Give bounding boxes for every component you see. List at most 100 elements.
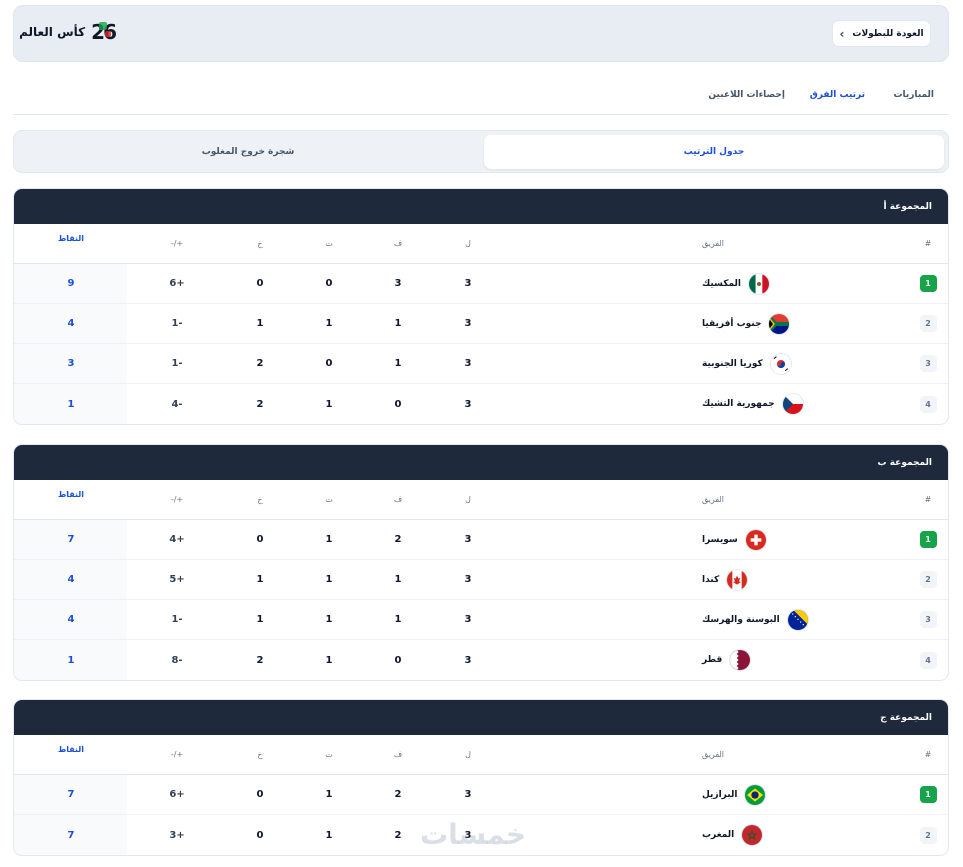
group-title: المجموعة أ bbox=[14, 189, 948, 224]
group-title: المجموعة ب bbox=[14, 445, 948, 480]
team-name[interactable]: المكسيك bbox=[702, 279, 741, 289]
table-row[interactable]: 1 سويسرا 3 2 1 0 +4 7 bbox=[14, 520, 948, 560]
back-to-tournaments-button[interactable]: العودة للبطولات › bbox=[832, 20, 931, 47]
tab-player-stats[interactable]: إحصاءات اللاعبين bbox=[708, 90, 785, 108]
app-header: 26 كأس العالم العودة للبطولات › bbox=[13, 5, 949, 62]
won-value: 1 bbox=[394, 614, 402, 625]
nav-tabs: المباريات ترتيب الفرق إحصاءات اللاعبين bbox=[13, 80, 949, 115]
goal-diff-value: +4 bbox=[169, 534, 185, 545]
won-value: 1 bbox=[394, 318, 402, 329]
tab-standings[interactable]: ترتيب الفرق bbox=[810, 90, 865, 108]
won-value: 2 bbox=[394, 829, 402, 841]
team-name[interactable]: البرازيل bbox=[702, 790, 737, 800]
points-value: 1 bbox=[67, 654, 75, 666]
switzerland-flag-icon bbox=[744, 528, 767, 551]
knockout-bracket-button[interactable]: شجرة خروج المغلوب bbox=[18, 135, 478, 169]
drawn-value: 1 bbox=[325, 829, 333, 841]
table-row[interactable]: 4 جمهورية التشيك 3 0 1 2 -4 1 bbox=[14, 384, 948, 424]
col-points[interactable]: النقاط bbox=[58, 480, 84, 519]
col-points[interactable]: النقاط bbox=[58, 735, 84, 774]
col-won: ف bbox=[393, 239, 403, 248]
rank-badge: 3 bbox=[919, 611, 937, 628]
tab-matches[interactable]: المباريات bbox=[893, 90, 934, 108]
played-value: 3 bbox=[464, 574, 472, 585]
lost-value: 1 bbox=[256, 574, 264, 585]
team-name[interactable]: سويسرا bbox=[702, 535, 738, 545]
col-team: الفريق bbox=[702, 495, 725, 504]
lost-value: 1 bbox=[256, 614, 264, 625]
points-value: 7 bbox=[67, 534, 75, 545]
south-korea-flag-icon bbox=[769, 352, 792, 375]
points-value: 4 bbox=[67, 614, 75, 625]
points-value: 4 bbox=[67, 574, 75, 585]
col-team: الفريق bbox=[702, 239, 725, 248]
table-row[interactable]: 1 المكسيك 3 3 0 0 +6 9 bbox=[14, 264, 948, 304]
drawn-value: 0 bbox=[325, 278, 333, 289]
drawn-value: 1 bbox=[325, 789, 333, 800]
played-value: 3 bbox=[464, 318, 472, 329]
team-name[interactable]: المغرب bbox=[702, 830, 734, 840]
won-value: 3 bbox=[394, 278, 402, 289]
column-header-row: # الفريق ل ف ت خ +/- النقاط bbox=[14, 480, 948, 520]
points-value: 1 bbox=[67, 398, 75, 410]
col-lost: خ bbox=[257, 750, 263, 759]
world-cup-logo: 26 bbox=[91, 20, 117, 44]
col-goal-diff: +/- bbox=[170, 239, 184, 248]
drawn-value: 1 bbox=[325, 318, 333, 329]
drawn-value: 1 bbox=[325, 574, 333, 585]
team-name[interactable]: جنوب أفريقيا bbox=[702, 319, 761, 329]
drawn-value: 1 bbox=[325, 534, 333, 545]
group-standings-table: المجموعة أ # الفريق ل ف ت خ +/- النقاط 1… bbox=[13, 188, 949, 425]
rank-badge: 1 bbox=[919, 531, 937, 548]
goal-diff-value: -8 bbox=[171, 654, 183, 666]
won-value: 1 bbox=[394, 574, 402, 585]
table-row[interactable]: 3 كوريا الجنوبية 3 1 0 2 -1 3 bbox=[14, 344, 948, 384]
drawn-value: 1 bbox=[325, 614, 333, 625]
won-value: 2 bbox=[394, 789, 402, 800]
points-value: 4 bbox=[67, 318, 75, 329]
team-name[interactable]: جمهورية التشيك bbox=[702, 399, 775, 409]
team-name[interactable]: قطر bbox=[702, 655, 722, 665]
goal-diff-value: +6 bbox=[169, 278, 185, 289]
rank-badge: 1 bbox=[919, 786, 937, 803]
rank-badge: 1 bbox=[919, 275, 937, 292]
played-value: 3 bbox=[464, 358, 472, 369]
played-value: 3 bbox=[464, 398, 472, 410]
goal-diff-value: -1 bbox=[171, 614, 183, 625]
col-won: ف bbox=[393, 495, 403, 504]
team-name[interactable]: كندا bbox=[702, 575, 719, 585]
col-played: ل bbox=[465, 495, 471, 504]
morocco-flag-icon bbox=[741, 824, 764, 846]
col-drawn: ت bbox=[325, 495, 333, 504]
table-row[interactable]: 1 البرازيل 3 2 1 0 +6 7 bbox=[14, 775, 948, 815]
mexico-flag-icon bbox=[747, 272, 770, 295]
table-row[interactable]: 3 البوسنة والهرسك 3 1 1 1 -1 4 bbox=[14, 600, 948, 640]
won-value: 2 bbox=[394, 534, 402, 545]
column-header-row: # الفريق ل ف ت خ +/- النقاط bbox=[14, 735, 948, 775]
column-header-row: # الفريق ل ف ت خ +/- النقاط bbox=[14, 224, 948, 264]
col-played: ل bbox=[465, 239, 471, 248]
standings-table-button[interactable]: جدول الترتيب bbox=[484, 135, 944, 169]
points-value: 9 bbox=[67, 278, 75, 289]
bosnia-flag-icon bbox=[786, 608, 809, 631]
col-won: ف bbox=[393, 750, 403, 759]
lost-value: 0 bbox=[256, 829, 264, 841]
rank-badge: 4 bbox=[919, 395, 937, 413]
goal-diff-value: -1 bbox=[171, 358, 183, 369]
col-drawn: ت bbox=[325, 239, 333, 248]
played-value: 3 bbox=[464, 614, 472, 625]
table-row[interactable]: 4 قطر 3 0 1 2 -8 1 bbox=[14, 640, 948, 680]
canada-flag-icon bbox=[726, 568, 749, 591]
table-row[interactable]: 2 جنوب أفريقيا 3 1 1 1 -1 4 bbox=[14, 304, 948, 344]
col-goal-diff: +/- bbox=[170, 495, 184, 504]
lost-value: 0 bbox=[256, 278, 264, 289]
team-name[interactable]: البوسنة والهرسك bbox=[702, 615, 780, 625]
lost-value: 2 bbox=[256, 358, 264, 369]
played-value: 3 bbox=[464, 534, 472, 545]
col-points[interactable]: النقاط bbox=[58, 224, 84, 263]
south-africa-flag-icon bbox=[768, 312, 791, 335]
won-value: 1 bbox=[394, 358, 402, 369]
table-row[interactable]: 2 كندا 3 1 1 1 +5 4 bbox=[14, 560, 948, 600]
team-name[interactable]: كوريا الجنوبية bbox=[702, 359, 763, 369]
col-played: ل bbox=[465, 750, 471, 759]
